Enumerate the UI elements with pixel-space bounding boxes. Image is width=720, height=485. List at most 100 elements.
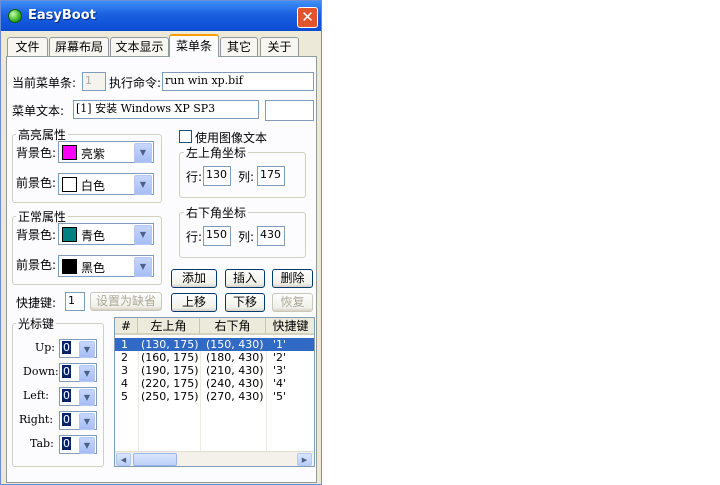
close-button[interactable]: ✕ <box>297 7 318 28</box>
chevron-down-icon[interactable]: ▼ <box>79 365 95 382</box>
bottom-right-col-label: 列: <box>238 230 255 244</box>
chevron-down-icon[interactable]: ▼ <box>134 225 152 245</box>
image-text-checkbox[interactable] <box>179 130 192 143</box>
list-row-5[interactable]: 5 (250, 175) (270, 430) '5' <box>115 390 314 403</box>
highlight-bg-select[interactable]: 亮紫 ▼ <box>58 141 154 163</box>
normal-bg-swatch <box>62 227 77 242</box>
delete-button[interactable]: 删除 <box>272 269 313 288</box>
easyboot-window: EasyBoot ✕ 文件 屏幕布局 文本显示 菜单条 其它 关于 当前菜单条:… <box>0 0 322 485</box>
top-left-group-title: 左上角坐标 <box>184 144 249 161</box>
row-top-left: (160, 175) <box>141 351 199 364</box>
left-key-value: 0 <box>62 389 71 402</box>
current-menu-label: 当前菜单条: <box>12 76 77 90</box>
hotkey-label: 快捷键: <box>16 296 57 310</box>
insert-button[interactable]: 插入 <box>225 269 265 288</box>
normal-bg-value: 青色 <box>81 229 106 243</box>
row-bottom-right: (270, 430) <box>206 390 264 403</box>
scroll-right-icon[interactable]: ▶ <box>297 453 312 466</box>
horizontal-scrollbar[interactable]: ◀ ▶ <box>115 451 314 466</box>
left-key-label: Left: <box>23 389 50 402</box>
bottom-right-row-field[interactable]: 150 <box>203 226 231 246</box>
chevron-down-icon[interactable]: ▼ <box>79 341 95 358</box>
row-top-left: (130, 175) <box>141 338 199 351</box>
highlight-bg-swatch <box>62 145 77 160</box>
move-up-button[interactable]: 上移 <box>171 293 217 312</box>
scroll-thumb[interactable] <box>133 453 177 466</box>
normal-fg-swatch <box>62 259 77 274</box>
row-top-left: (250, 175) <box>141 390 199 403</box>
normal-fg-select[interactable]: 黑色 ▼ <box>58 255 154 277</box>
set-default-button[interactable]: 设置为缺省 <box>90 292 162 311</box>
normal-bg-label: 背景色: <box>16 228 57 242</box>
tab-about[interactable]: 关于 <box>260 37 299 56</box>
list-header-index[interactable]: # <box>115 318 138 335</box>
restore-button[interactable]: 恢复 <box>272 293 313 312</box>
chevron-down-icon[interactable]: ▼ <box>79 413 95 430</box>
tab-screen-layout[interactable]: 屏幕布局 <box>49 37 109 56</box>
highlight-fg-select[interactable]: 白色 ▼ <box>58 173 154 195</box>
left-key-select[interactable]: 0 ▼ <box>59 387 97 406</box>
highlight-fg-swatch <box>62 177 77 192</box>
row-index: 5 <box>121 390 128 403</box>
row-top-left: (190, 175) <box>141 364 199 377</box>
top-left-row-label: 行: <box>186 170 203 184</box>
top-left-col-label: 列: <box>238 170 255 184</box>
menu-extra-field[interactable] <box>265 100 314 121</box>
chevron-down-icon[interactable]: ▼ <box>134 257 152 277</box>
row-index: 3 <box>121 364 128 377</box>
list-row-4[interactable]: 4 (220, 175) (240, 430) '4' <box>115 377 314 390</box>
chevron-down-icon[interactable]: ▼ <box>79 437 95 454</box>
cursor-keys-title: 光标键 <box>16 315 57 332</box>
menu-list[interactable]: # 左上角 右下角 快捷键 1 (130, 175) (150, 430) '1… <box>114 317 315 467</box>
top-left-row-field[interactable]: 130 <box>203 166 231 186</box>
menu-text-field[interactable]: [1] 安装 Windows XP SP3 <box>73 100 259 119</box>
move-down-button[interactable]: 下移 <box>225 293 265 312</box>
list-row-2[interactable]: 2 (160, 175) (180, 430) '2' <box>115 351 314 364</box>
list-header-top-left[interactable]: 左上角 <box>138 318 200 335</box>
row-top-left: (220, 175) <box>141 377 199 390</box>
bottom-right-col-field[interactable]: 430 <box>257 226 285 246</box>
row-bottom-right: (180, 430) <box>206 351 264 364</box>
normal-fg-value: 黑色 <box>81 261 106 275</box>
title-bar[interactable]: EasyBoot ✕ <box>1 1 321 31</box>
row-index: 4 <box>121 377 128 390</box>
chevron-down-icon[interactable]: ▼ <box>134 143 152 163</box>
tab-text-display[interactable]: 文本显示 <box>110 37 169 56</box>
chevron-down-icon[interactable]: ▼ <box>134 175 152 195</box>
list-row-1[interactable]: 1 (130, 175) (150, 430) '1' <box>115 338 314 351</box>
highlight-bg-label: 背景色: <box>16 146 57 160</box>
down-key-value: 0 <box>62 365 71 378</box>
tab-key-select[interactable]: 0 ▼ <box>59 435 97 454</box>
window-title: EasyBoot <box>28 8 96 23</box>
hotkey-field[interactable]: 1 <box>65 292 85 311</box>
up-key-label: Up: <box>35 341 56 354</box>
add-button[interactable]: 添加 <box>171 269 217 288</box>
normal-bg-select[interactable]: 青色 ▼ <box>58 223 154 245</box>
current-menu-field[interactable]: 1 <box>82 72 106 91</box>
bottom-right-row-label: 行: <box>186 230 203 244</box>
highlight-bg-value: 亮紫 <box>81 147 106 161</box>
command-label: 执行命令: <box>109 76 162 90</box>
tab-other[interactable]: 其它 <box>220 37 258 56</box>
tab-key-value: 0 <box>62 437 71 450</box>
row-index: 1 <box>121 338 128 351</box>
down-key-select[interactable]: 0 ▼ <box>59 363 97 382</box>
right-key-select[interactable]: 0 ▼ <box>59 411 97 430</box>
normal-fg-label: 前景色: <box>16 258 57 272</box>
list-header-bottom-right[interactable]: 右下角 <box>200 318 266 335</box>
tab-file[interactable]: 文件 <box>7 37 48 56</box>
top-left-col-field[interactable]: 175 <box>257 166 285 186</box>
row-hotkey: '3' <box>273 364 287 377</box>
list-header-hotkey[interactable]: 快捷键 <box>266 318 314 335</box>
up-key-select[interactable]: 0 ▼ <box>59 339 97 358</box>
scroll-left-icon[interactable]: ◀ <box>116 453 131 466</box>
highlight-fg-value: 白色 <box>81 179 106 193</box>
app-icon <box>8 9 22 23</box>
list-row-3[interactable]: 3 (190, 175) (210, 430) '3' <box>115 364 314 377</box>
row-hotkey: '4' <box>273 377 287 390</box>
command-field[interactable]: run win xp.bif <box>162 72 314 91</box>
down-key-label: Down: <box>23 365 59 378</box>
up-key-value: 0 <box>62 341 71 354</box>
chevron-down-icon[interactable]: ▼ <box>79 389 95 406</box>
tab-menu-bar[interactable]: 菜单条 <box>169 34 219 57</box>
